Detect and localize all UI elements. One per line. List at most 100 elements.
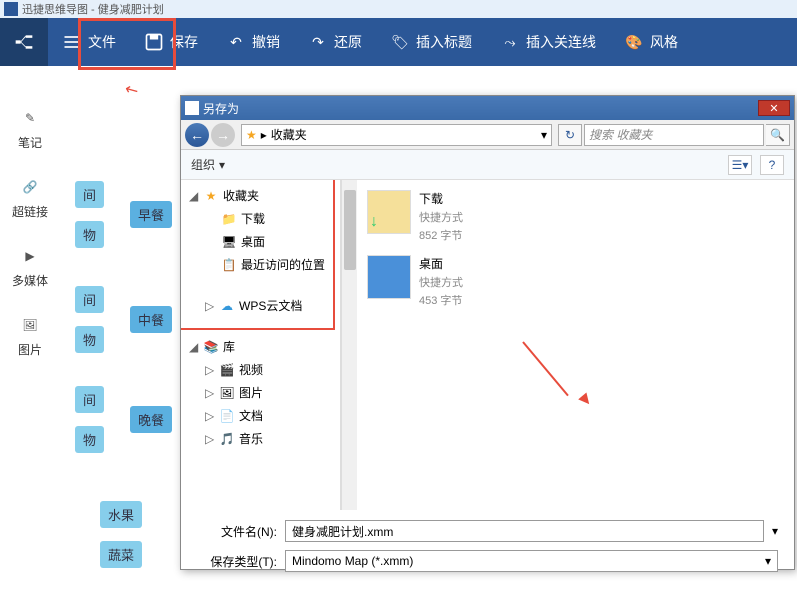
organize-button[interactable]: 组织 ▾ bbox=[191, 156, 225, 173]
node-time1[interactable]: 间 bbox=[75, 181, 104, 208]
redo-icon: ↷ bbox=[308, 32, 328, 52]
tree-music[interactable]: ▷ 🎵 音乐 bbox=[185, 427, 336, 450]
node-time3[interactable]: 间 bbox=[75, 386, 104, 413]
tree-label: WPS云文档 bbox=[239, 297, 302, 314]
view-mode-button[interactable]: ☰▾ bbox=[728, 155, 752, 175]
app-title-bar: 迅捷思维导图 - 健身减肥计划 bbox=[0, 0, 797, 18]
insert-connector-button[interactable]: ⤳ 插入关连线 bbox=[486, 18, 610, 66]
tree-video[interactable]: ▷ 🎬 视频 bbox=[185, 358, 336, 381]
mindmap-icon bbox=[14, 32, 34, 52]
content-panel[interactable]: ↓ 下载 快捷方式 852 字节 桌面 快捷方式 453 字节 bbox=[357, 180, 794, 510]
tree-documents[interactable]: ▷ 📄 文档 bbox=[185, 404, 336, 427]
forward-button[interactable]: → bbox=[211, 123, 235, 147]
filename-dropdown[interactable]: ▾ bbox=[772, 524, 778, 538]
node-time2[interactable]: 间 bbox=[75, 286, 104, 313]
sidebar-hyperlink[interactable]: 🔗 超链接 bbox=[12, 175, 48, 220]
sidebar-note[interactable]: ✎ 笔记 bbox=[18, 106, 42, 151]
node-vegetable[interactable]: 蔬菜 bbox=[100, 541, 142, 568]
tree-wps[interactable]: ▷ ☁ WPS云文档 bbox=[185, 294, 336, 317]
file-button[interactable]: 文件 bbox=[48, 18, 130, 66]
redo-button[interactable]: ↷ 还原 bbox=[294, 18, 376, 66]
expand-icon[interactable]: ▷ bbox=[205, 432, 215, 446]
close-button[interactable]: ✕ bbox=[758, 100, 790, 116]
expand-icon[interactable]: ▷ bbox=[205, 409, 215, 423]
pictures-icon: 🖼 bbox=[219, 385, 235, 401]
node-things3[interactable]: 物 bbox=[75, 426, 104, 453]
item-type: 快捷方式 bbox=[419, 274, 463, 290]
multimedia-label: 多媒体 bbox=[12, 272, 48, 289]
search-input[interactable]: 搜索 收藏夹 bbox=[584, 124, 764, 146]
tree-library[interactable]: ◢ 📚 库 bbox=[185, 335, 336, 358]
music-icon: 🎵 bbox=[219, 431, 235, 447]
mindmap-canvas[interactable]: 间 物 早餐 间 物 中餐 间 物 晚餐 水果 蔬菜 bbox=[60, 66, 180, 571]
node-things2[interactable]: 物 bbox=[75, 326, 104, 353]
save-button[interactable]: 保存 bbox=[130, 18, 212, 66]
tree-favorites[interactable]: ◢ ★ 收藏夹 bbox=[185, 184, 336, 207]
insert-title-button[interactable]: 🏷 插入标题 bbox=[376, 18, 486, 66]
dialog-titlebar[interactable]: 另存为 ✕ bbox=[181, 96, 794, 120]
undo-button[interactable]: ↶ 撤销 bbox=[212, 18, 294, 66]
filename-input[interactable] bbox=[285, 520, 764, 542]
scrollbar-thumb[interactable] bbox=[344, 190, 356, 270]
breadcrumb-text: 收藏夹 bbox=[271, 126, 307, 143]
cloud-icon: ☁ bbox=[219, 298, 235, 314]
hamburger-icon bbox=[62, 32, 82, 52]
collapse-icon[interactable]: ◢ bbox=[189, 189, 199, 203]
insert-title-label: 插入标题 bbox=[416, 32, 472, 52]
back-button[interactable]: ← bbox=[185, 123, 209, 147]
video-icon: 🎬 bbox=[219, 362, 235, 378]
node-things1[interactable]: 物 bbox=[75, 221, 104, 248]
palette-icon: 🎨 bbox=[624, 32, 644, 52]
tree-label: 收藏夹 bbox=[223, 187, 259, 204]
collapse-icon[interactable]: ◢ bbox=[189, 340, 199, 354]
undo-label: 撤销 bbox=[252, 32, 280, 52]
folder-icon: 📁 bbox=[221, 211, 237, 227]
dialog-body: ◢ ★ 收藏夹 📁 下载 🖥 桌面 📋 最近访问的位置 ▷ ☁ WPS云文档 bbox=[181, 180, 794, 510]
breadcrumb-sep: ▸ bbox=[261, 128, 267, 142]
node-breakfast[interactable]: 早餐 bbox=[130, 201, 172, 228]
redo-label: 还原 bbox=[334, 32, 362, 52]
filetype-value: Mindomo Map (*.xmm) bbox=[292, 554, 413, 568]
undo-icon: ↶ bbox=[226, 32, 246, 52]
style-button[interactable]: 🎨 风格 bbox=[610, 18, 692, 66]
search-placeholder: 搜索 收藏夹 bbox=[589, 126, 652, 143]
sidebar-multimedia[interactable]: ▶ 多媒体 bbox=[12, 244, 48, 289]
tree-recent[interactable]: 📋 最近访问的位置 bbox=[185, 253, 336, 276]
star-icon: ★ bbox=[203, 188, 219, 204]
expand-icon[interactable]: ▷ bbox=[205, 386, 215, 400]
hyperlink-label: 超链接 bbox=[12, 203, 48, 220]
image-label: 图片 bbox=[18, 341, 42, 358]
folder-shortcut-icon: ↓ bbox=[367, 190, 411, 234]
breadcrumb-dropdown[interactable]: ▾ bbox=[541, 128, 547, 142]
node-lunch[interactable]: 中餐 bbox=[130, 306, 172, 333]
help-button[interactable]: ? bbox=[760, 155, 784, 175]
sidebar-image[interactable]: 🖼 图片 bbox=[18, 313, 42, 358]
tree-scrollbar[interactable] bbox=[341, 180, 357, 510]
node-fruit[interactable]: 水果 bbox=[100, 501, 142, 528]
tree-desktop[interactable]: 🖥 桌面 bbox=[185, 230, 336, 253]
filetype-select[interactable]: Mindomo Map (*.xmm) ▾ bbox=[285, 550, 778, 572]
refresh-button[interactable]: ↻ bbox=[558, 124, 582, 146]
content-item-desktop[interactable]: 桌面 快捷方式 453 字节 bbox=[367, 255, 784, 308]
tree-pictures[interactable]: ▷ 🖼 图片 bbox=[185, 381, 336, 404]
tree-label: 文档 bbox=[239, 407, 263, 424]
recent-icon: 📋 bbox=[221, 257, 237, 273]
item-name: 桌面 bbox=[419, 255, 463, 272]
mindmap-view-button[interactable] bbox=[0, 18, 48, 66]
style-label: 风格 bbox=[650, 32, 678, 52]
search-button[interactable]: 🔍 bbox=[766, 124, 790, 146]
folder-tree[interactable]: ◢ ★ 收藏夹 📁 下载 🖥 桌面 📋 最近访问的位置 ▷ ☁ WPS云文档 bbox=[181, 180, 341, 510]
content-item-downloads[interactable]: ↓ 下载 快捷方式 852 字节 bbox=[367, 190, 784, 243]
app-icon bbox=[4, 2, 18, 16]
dialog-title: 另存为 bbox=[203, 100, 239, 117]
tree-downloads[interactable]: 📁 下载 bbox=[185, 207, 336, 230]
node-dinner[interactable]: 晚餐 bbox=[130, 406, 172, 433]
filetype-label: 保存类型(T): bbox=[197, 553, 277, 570]
breadcrumb-bar[interactable]: ★ ▸ 收藏夹 ▾ bbox=[241, 124, 552, 146]
desktop-icon: 🖥 bbox=[221, 234, 237, 250]
expand-icon[interactable]: ▷ bbox=[205, 363, 215, 377]
dropdown-icon: ▾ bbox=[765, 554, 771, 568]
tree-label: 下载 bbox=[241, 210, 265, 227]
expand-icon[interactable]: ▷ bbox=[205, 299, 215, 313]
save-icon bbox=[144, 32, 164, 52]
